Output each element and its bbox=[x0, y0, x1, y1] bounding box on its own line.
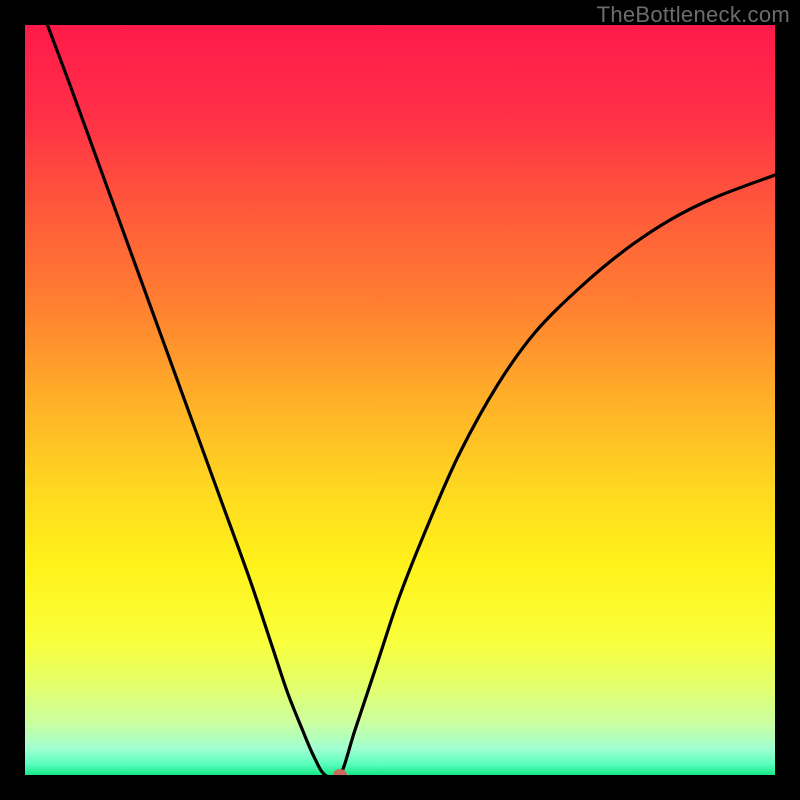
plot-area bbox=[25, 25, 775, 775]
chart-frame: TheBottleneck.com bbox=[0, 0, 800, 800]
minimum-point-marker bbox=[333, 769, 347, 775]
bottleneck-curve bbox=[25, 25, 775, 775]
